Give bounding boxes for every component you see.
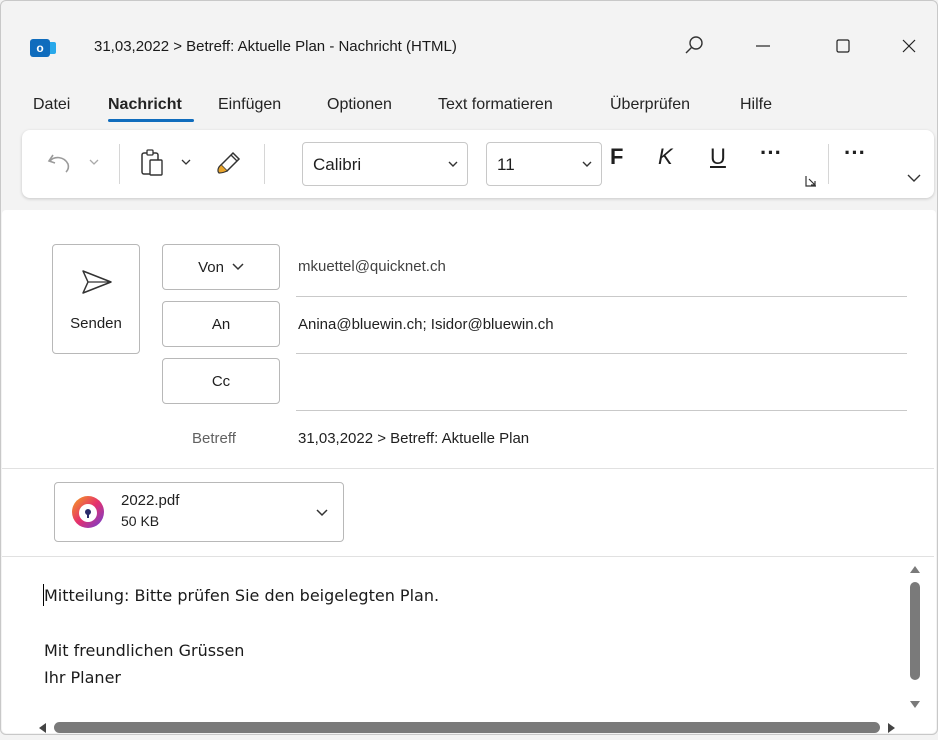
send-button[interactable]: Senden [52, 244, 140, 354]
overflow-menu-button[interactable]: ··· [844, 140, 866, 166]
body-line[interactable]: Ihr Planer [44, 668, 121, 687]
attachment-divider [2, 556, 934, 557]
tab-nachricht[interactable]: Nachricht [108, 96, 182, 114]
menu-bar: Datei Nachricht Einfügen Optionen Text f… [0, 90, 938, 120]
chevron-down-icon [232, 263, 244, 271]
chevron-down-icon [447, 157, 459, 175]
window-title: 31,03,2022 > Betreff: Aktuelle Plan - Na… [94, 38, 457, 55]
paste-dropdown-chevron-icon[interactable] [178, 154, 194, 170]
to-field[interactable]: Anina@bluewin.ch; Isidor@bluewin.ch [298, 316, 554, 333]
underline-button[interactable]: U [710, 144, 726, 170]
chevron-down-icon [581, 157, 593, 175]
bold-button[interactable]: F [610, 144, 623, 170]
chevron-down-icon[interactable] [315, 505, 329, 523]
undo-dropdown-chevron-icon[interactable] [86, 154, 102, 170]
from-label: Von [198, 258, 224, 276]
send-label: Senden [70, 315, 122, 332]
tab-hilfe[interactable]: Hilfe [740, 96, 772, 114]
font-size-value: 11 [497, 155, 515, 174]
scroll-right-arrow-icon[interactable] [886, 721, 898, 740]
body-line[interactable]: Mit freundlichen Grüssen [44, 641, 244, 660]
cc-field-underline [296, 410, 907, 411]
pdf-reader-icon [72, 496, 104, 528]
send-icon [82, 270, 112, 294]
ribbon-separator [828, 144, 829, 184]
font-size-select[interactable]: 11 [486, 142, 602, 186]
format-painter-button[interactable] [212, 144, 248, 180]
tab-einfuegen[interactable]: Einfügen [218, 96, 281, 114]
to-field-underline [296, 353, 907, 354]
tab-datei[interactable]: Datei [33, 96, 70, 114]
title-bar: o 31,03,2022 > Betreff: Aktuelle Plan - … [0, 0, 938, 62]
search-icon[interactable] [680, 32, 708, 60]
ribbon-separator [119, 144, 120, 184]
from-field-underline [296, 296, 907, 297]
ribbon-expand-chevron-icon[interactable] [904, 170, 924, 186]
paintbrush-icon [217, 151, 241, 174]
undo-button[interactable] [42, 146, 76, 180]
to-button[interactable]: An [162, 301, 280, 347]
header-divider [2, 468, 934, 469]
from-button[interactable]: Von [162, 244, 280, 290]
body-line[interactable]: Mitteilung: Bitte prüfen Sie den beigele… [44, 586, 439, 605]
cc-button[interactable]: Cc [162, 358, 280, 404]
maximize-button[interactable] [820, 30, 866, 62]
close-button[interactable] [886, 30, 932, 62]
from-field[interactable]: mkuettel@quicknet.ch [298, 258, 446, 275]
tab-text-formatieren[interactable]: Text formatieren [438, 96, 553, 114]
undo-icon [47, 154, 70, 173]
horizontal-scrollbar-thumb[interactable] [54, 722, 880, 733]
attachment-name: 2022.pdf [121, 492, 180, 509]
dialog-launcher-icon[interactable] [804, 174, 818, 188]
minimize-button[interactable] [740, 30, 786, 62]
subject-label: Betreff [192, 430, 236, 447]
attachment-size: 50 KB [121, 513, 160, 529]
ribbon-toolbar: Calibri 11 F K U ··· ··· [22, 130, 934, 198]
clipboard-icon [141, 149, 163, 176]
scroll-down-arrow-icon[interactable] [907, 698, 923, 716]
to-label: An [211, 315, 231, 333]
cc-label: Cc [211, 372, 231, 390]
vertical-scrollbar-thumb[interactable] [910, 582, 920, 680]
subject-field[interactable]: 31,03,2022 > Betreff: Aktuelle Plan [298, 430, 529, 447]
more-formatting-button[interactable]: ··· [760, 140, 782, 166]
font-family-select[interactable]: Calibri [302, 142, 468, 186]
tab-ueberpruefen[interactable]: Überprüfen [610, 96, 690, 114]
italic-button[interactable]: K [658, 144, 673, 170]
ribbon-separator [264, 144, 265, 184]
scroll-left-arrow-icon[interactable] [36, 721, 48, 740]
paste-button[interactable] [136, 146, 168, 180]
active-tab-indicator [108, 119, 194, 122]
font-family-value: Calibri [313, 155, 362, 174]
tab-optionen[interactable]: Optionen [327, 96, 392, 114]
outlook-icon: o [30, 39, 56, 57]
attachment-card[interactable]: 2022.pdf 50 KB [54, 482, 344, 542]
scroll-up-arrow-icon[interactable] [907, 562, 923, 580]
